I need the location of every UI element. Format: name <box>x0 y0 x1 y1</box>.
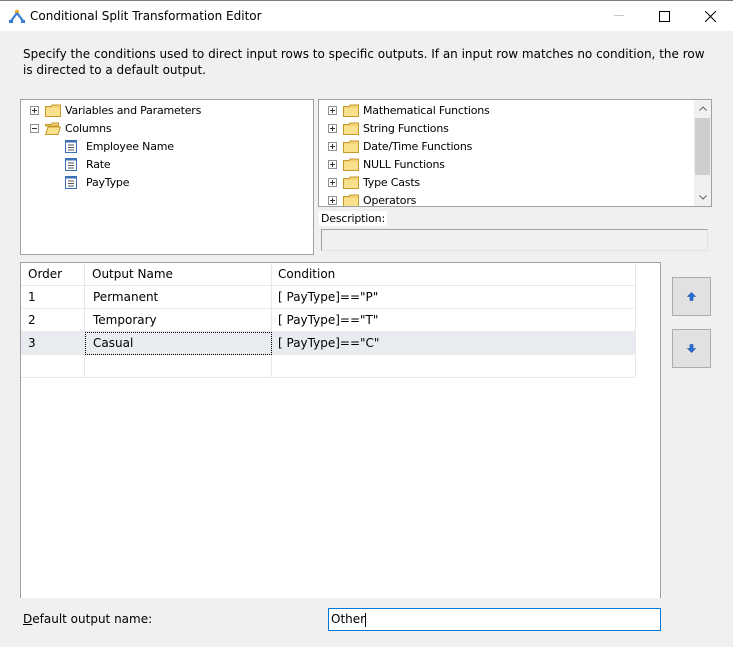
output-name-cell[interactable]: Temporary <box>85 309 272 332</box>
expand-icon[interactable] <box>30 105 39 115</box>
conditional-split-icon <box>9 9 25 23</box>
text-caret <box>365 612 367 627</box>
scroll-thumb[interactable] <box>695 118 710 175</box>
collapse-icon[interactable] <box>30 123 39 133</box>
close-icon <box>704 10 716 22</box>
tree-item-label: String Functions <box>363 121 449 135</box>
order-cell[interactable]: 2 <box>21 309 85 332</box>
condition-cell[interactable]: [ PayType]=="T" <box>272 309 636 332</box>
output-name-cell[interactable]: Permanent <box>85 286 272 309</box>
close-button[interactable] <box>687 1 733 31</box>
table-row-selected[interactable]: 3 Casual [ PayType]=="C" <box>21 332 636 355</box>
minimize-button[interactable] <box>596 1 642 31</box>
scroll-down-button[interactable] <box>694 189 711 206</box>
move-down-button[interactable] <box>672 329 711 368</box>
expand-icon[interactable] <box>328 195 337 205</box>
expand-icon[interactable] <box>328 123 337 133</box>
expand-icon[interactable] <box>328 177 337 187</box>
tree-item-columns[interactable]: Columns <box>30 119 112 137</box>
tree-item-label: Variables and Parameters <box>65 103 202 117</box>
window-title: Conditional Split Transformation Editor <box>30 9 262 23</box>
tree-item-label: Mathematical Functions <box>363 103 490 117</box>
folder-icon <box>343 158 359 171</box>
scroll-up-button[interactable] <box>694 100 711 117</box>
column-header-output-name[interactable]: Output Name <box>85 263 272 286</box>
folder-icon <box>343 104 359 117</box>
tree-item-paytype[interactable]: PayType <box>65 173 129 191</box>
folder-icon <box>343 194 359 206</box>
default-output-label: Default output name: <box>23 612 152 626</box>
tree-item-label: Columns <box>65 121 112 135</box>
minimize-icon <box>614 15 624 16</box>
tree-item-null-functions[interactable]: NULL Functions <box>328 155 445 173</box>
tree-item-variables[interactable]: Variables and Parameters <box>30 101 201 119</box>
tree-item-mathematical-functions[interactable]: Mathematical Functions <box>328 101 490 119</box>
folder-icon <box>343 176 359 189</box>
chevron-up-icon <box>698 106 707 111</box>
maximize-button[interactable] <box>641 1 687 31</box>
functions-scrollbar[interactable] <box>694 100 711 206</box>
tree-item-label: Employee Name <box>86 139 174 153</box>
condition-cell[interactable]: [ PayType]=="C" <box>272 332 636 355</box>
tree-item-label: Date/Time Functions <box>363 139 473 153</box>
table-row[interactable]: 2 Temporary [ PayType]=="T" <box>21 309 636 332</box>
columns-tree[interactable]: Variables and Parameters Columns Employe… <box>20 99 314 255</box>
output-name-cell[interactable]: Casual <box>85 332 272 355</box>
default-output-name-input[interactable]: Other <box>328 608 661 631</box>
order-cell[interactable]: 3 <box>21 332 85 355</box>
grid-header: Order Output Name Condition <box>21 263 636 286</box>
tree-item-label: NULL Functions <box>363 157 445 171</box>
column-icon <box>65 139 77 153</box>
table-row[interactable]: 1 Permanent [ PayType]=="P" <box>21 286 636 309</box>
arrow-up-icon <box>687 292 696 301</box>
output-name-cell[interactable] <box>85 355 272 378</box>
tree-item-rate[interactable]: Rate <box>65 155 111 173</box>
folder-icon <box>343 122 359 135</box>
tree-item-operators[interactable]: Operators <box>328 191 417 207</box>
tree-item-string-functions[interactable]: String Functions <box>328 119 449 137</box>
column-header-condition[interactable]: Condition <box>272 263 636 286</box>
move-up-button[interactable] <box>672 277 711 316</box>
instructions-text: Specify the conditions used to direct in… <box>23 47 705 77</box>
conditions-grid[interactable]: Order Output Name Condition 1 Permanent … <box>20 262 661 598</box>
input-value: Other <box>331 612 366 626</box>
condition-cell[interactable] <box>272 355 636 378</box>
folder-icon <box>343 140 359 153</box>
chevron-down-icon <box>698 195 707 200</box>
label-text: efault output name: <box>32 612 153 626</box>
expand-icon[interactable] <box>328 105 337 115</box>
column-icon <box>65 157 77 171</box>
tree-item-type-casts[interactable]: Type Casts <box>328 173 420 191</box>
order-cell[interactable] <box>21 355 85 378</box>
folder-open-icon <box>45 122 61 135</box>
tree-item-employee-name[interactable]: Employee Name <box>65 137 174 155</box>
expand-icon[interactable] <box>328 141 337 151</box>
table-row-new[interactable] <box>21 355 636 378</box>
maximize-icon <box>658 10 670 22</box>
folder-icon <box>45 104 61 117</box>
order-cell[interactable]: 1 <box>21 286 85 309</box>
tree-item-label: Rate <box>86 157 111 171</box>
tree-item-label: Operators <box>363 193 417 207</box>
tree-item-datetime-functions[interactable]: Date/Time Functions <box>328 137 472 155</box>
description-box <box>321 229 708 251</box>
description-label: Description: <box>319 211 387 226</box>
column-icon <box>65 175 77 189</box>
condition-cell[interactable]: [ PayType]=="P" <box>272 286 636 309</box>
tree-item-label: Type Casts <box>363 175 420 189</box>
expand-icon[interactable] <box>328 159 337 169</box>
functions-tree[interactable]: Mathematical Functions String Functions … <box>318 99 712 207</box>
accesskey: D <box>23 612 33 626</box>
column-header-order[interactable]: Order <box>21 263 85 286</box>
arrow-down-icon <box>687 344 696 353</box>
title-bar: Conditional Split Transformation Editor <box>0 0 733 31</box>
tree-item-label: PayType <box>86 175 130 189</box>
